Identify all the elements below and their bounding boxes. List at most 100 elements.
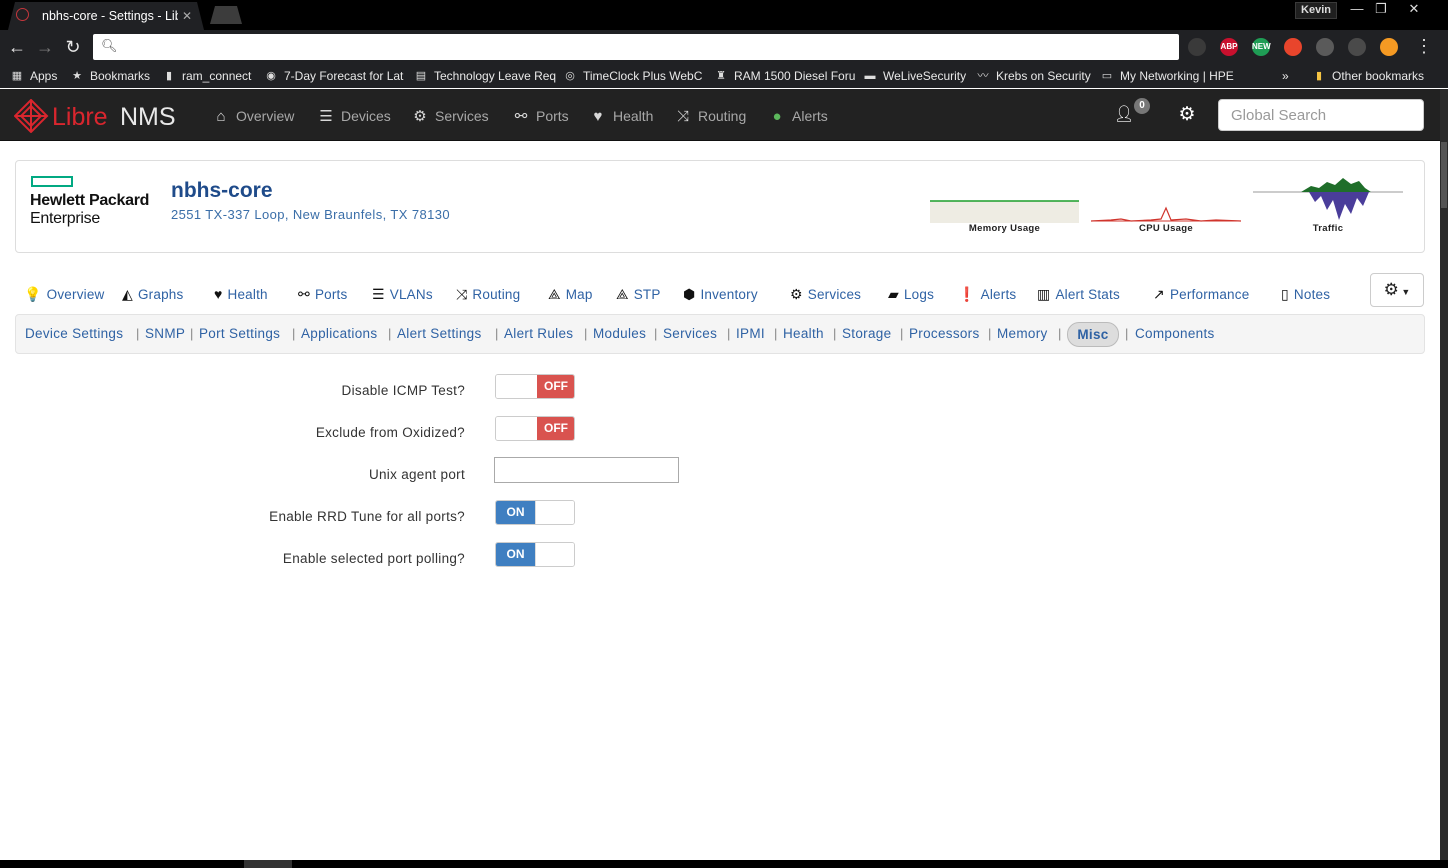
device-tab-notes[interactable]: ▯ Notes [1281,284,1330,304]
nav-overview[interactable]: ⌂ Overview [212,104,294,128]
nav-ports[interactable]: ⚯ Ports [512,104,569,128]
user-icon[interactable]: 👤︎ [1114,104,1134,126]
gear-icon[interactable]: ⚙ [1176,104,1198,126]
librenms-logo[interactable]: Libre NMS [14,99,188,133]
bookmark-welivesecurity[interactable]: ▬ WeLiveSecurity [863,67,969,85]
device-tab-ports[interactable]: ⚯ Ports [298,284,347,304]
settings-separator: | [190,326,194,341]
browser-tab-active[interactable]: nbhs-core - Settings - LibreNMS ✕ [8,2,204,30]
global-search-input[interactable] [1218,99,1424,131]
bookmark-technology-leave-label: Technology Leave Req [434,69,556,83]
alerts-icon: ❗ [958,286,976,302]
settings-tab-modules[interactable]: Modules [593,325,646,343]
nav-services[interactable]: ⚙ Services [411,104,489,128]
settings-tab-port-settings[interactable]: Port Settings [199,325,280,343]
shield-extension-icon[interactable] [1348,38,1366,56]
settings-tab-alert-settings[interactable]: Alert Settings [397,325,482,343]
tab-close-icon[interactable]: ✕ [182,2,192,30]
rrd-tune-toggle[interactable]: ON [495,500,575,525]
device-tab-map[interactable]: ⟁ Map [548,284,593,304]
adblock-icon[interactable]: ABP [1220,38,1238,56]
bookmark-ram-connect-icon: ▮ [165,70,173,82]
device-hostname[interactable]: nbhs-core [171,179,273,203]
nav-services-label: Services [435,108,489,124]
device-tab-graphs[interactable]: ◭ Graphs [122,284,183,304]
device-tab-services[interactable]: ⚙ Services [790,284,861,304]
scrollbar-thumb[interactable] [1441,142,1447,208]
vendor-name: Hewlett Packard [30,192,150,209]
device-tab-logs[interactable]: ▰ Logs [888,284,934,304]
forward-arrow-icon[interactable]: → [33,35,57,59]
bookmark-forecast[interactable]: ◉ 7-Day Forecast for Lat [264,67,408,85]
settings-separator: | [1125,326,1129,341]
new-badge-extension-icon[interactable]: NEW [1252,38,1271,56]
bookmark-ram-1500[interactable]: ♜ RAM 1500 Diesel Foru [714,67,856,85]
bookmark-bookmarks[interactable]: ★ Bookmarks [70,67,158,85]
hpe-logo-icon [31,176,73,187]
stumbleupon-icon[interactable] [1284,38,1302,56]
bookmark-my-networking[interactable]: ▭ My Networking | HPE [1100,67,1240,85]
settings-separator: | [388,326,392,341]
device-tab-alerts[interactable]: ❗ Alerts [958,284,1016,304]
address-bar[interactable]: 🔍︎ [93,34,1179,60]
rss-icon[interactable] [1380,38,1398,56]
settings-tab-snmp[interactable]: SNMP [145,325,185,343]
device-tab-stp[interactable]: ⟁ STP [616,284,661,304]
settings-tab-ipmi[interactable]: IPMI [736,325,765,343]
disable-icmp-toggle[interactable]: OFF [495,374,575,399]
cpu-usage-graph[interactable] [1091,206,1241,223]
settings-separator: | [1058,326,1062,341]
memory-usage-graph[interactable] [930,198,1079,223]
close-window-button[interactable]: ✕ [1400,0,1428,18]
device-tab-overview[interactable]: 💡 Overview [24,284,105,304]
bookmark-ram-connect[interactable]: ▮ ram_connect [162,67,258,85]
bookmark-technology-leave[interactable]: ▤ Technology Leave Req [414,67,556,85]
device-actions-dropdown[interactable]: ⚙ ▼ [1370,273,1424,307]
device-tab-alert-stats[interactable]: ▥ Alert Stats [1037,284,1120,304]
settings-tab-health[interactable]: Health [783,325,824,343]
device-tab-health[interactable]: ♥ Health [214,284,268,304]
back-arrow-icon[interactable]: ← [5,35,29,59]
bookmark-apps-label: Apps [30,69,58,83]
exclude-oxidized-toggle[interactable]: OFF [495,416,575,441]
settings-tab-alert-rules[interactable]: Alert Rules [504,325,573,343]
nav-health[interactable]: ♥ Health [589,104,654,128]
selected-port-polling-toggle[interactable]: ON [495,542,575,567]
settings-tab-storage[interactable]: Storage [842,325,891,343]
nav-health-label: Health [613,108,654,124]
device-tab-vlans[interactable]: ☰ VLANs [372,284,433,304]
settings-tab-device-settings[interactable]: Device Settings [25,325,123,343]
settings-tab-processors[interactable]: Processors [909,325,980,343]
taskbar-button[interactable] [244,860,292,868]
device-location[interactable]: 2551 TX-337 Loop, New Braunfels, TX 7813… [171,207,450,222]
alert-stats-icon: ▥ [1037,286,1051,302]
chrome-menu-icon[interactable]: ⋮ [1415,36,1433,56]
bookmarks-overflow-button[interactable]: » [1278,67,1298,85]
settings-tab-misc[interactable]: Misc [1067,322,1119,347]
bookmark-apps[interactable]: ▦ Apps [10,67,68,85]
settings-tab-services[interactable]: Services [663,325,717,343]
device-tab-performance[interactable]: ↗ Performance [1153,284,1249,304]
settings-tab-memory[interactable]: Memory [997,325,1048,343]
maximize-button[interactable]: ❐ [1367,0,1395,18]
traffic-graph[interactable] [1253,176,1403,222]
settings-tab-applications[interactable]: Applications [301,325,377,343]
new-tab-button[interactable] [210,6,242,24]
bookmark-krebs[interactable]: 〰 Krebs on Security [976,67,1094,85]
unix-agent-port-input[interactable] [494,457,679,483]
ghostery-icon[interactable] [1188,38,1206,56]
nav-alerts[interactable]: ● Alerts [768,104,827,128]
device-tab-inventory[interactable]: ⬢ Inventory [683,284,758,304]
nav-devices[interactable]: ☰ Devices [317,104,391,128]
settings-tab-components[interactable]: Components [1135,325,1215,343]
reload-icon[interactable]: ↻ [61,35,85,59]
toggle-handle [496,375,537,398]
bookmark-timeclock[interactable]: ◎ TimeClock Plus WebC [563,67,707,85]
nav-routing[interactable]: ⤨ Routing [674,104,746,128]
os-taskbar [0,860,1448,868]
other-bookmarks[interactable]: ▮ Other bookmarks [1312,67,1432,85]
device-tab-routing[interactable]: ⤨ Routing [456,284,520,304]
pdf-icon[interactable] [1316,38,1334,56]
notification-badge[interactable]: 0 [1134,98,1150,114]
profile-chip[interactable]: Kevin [1295,2,1337,19]
